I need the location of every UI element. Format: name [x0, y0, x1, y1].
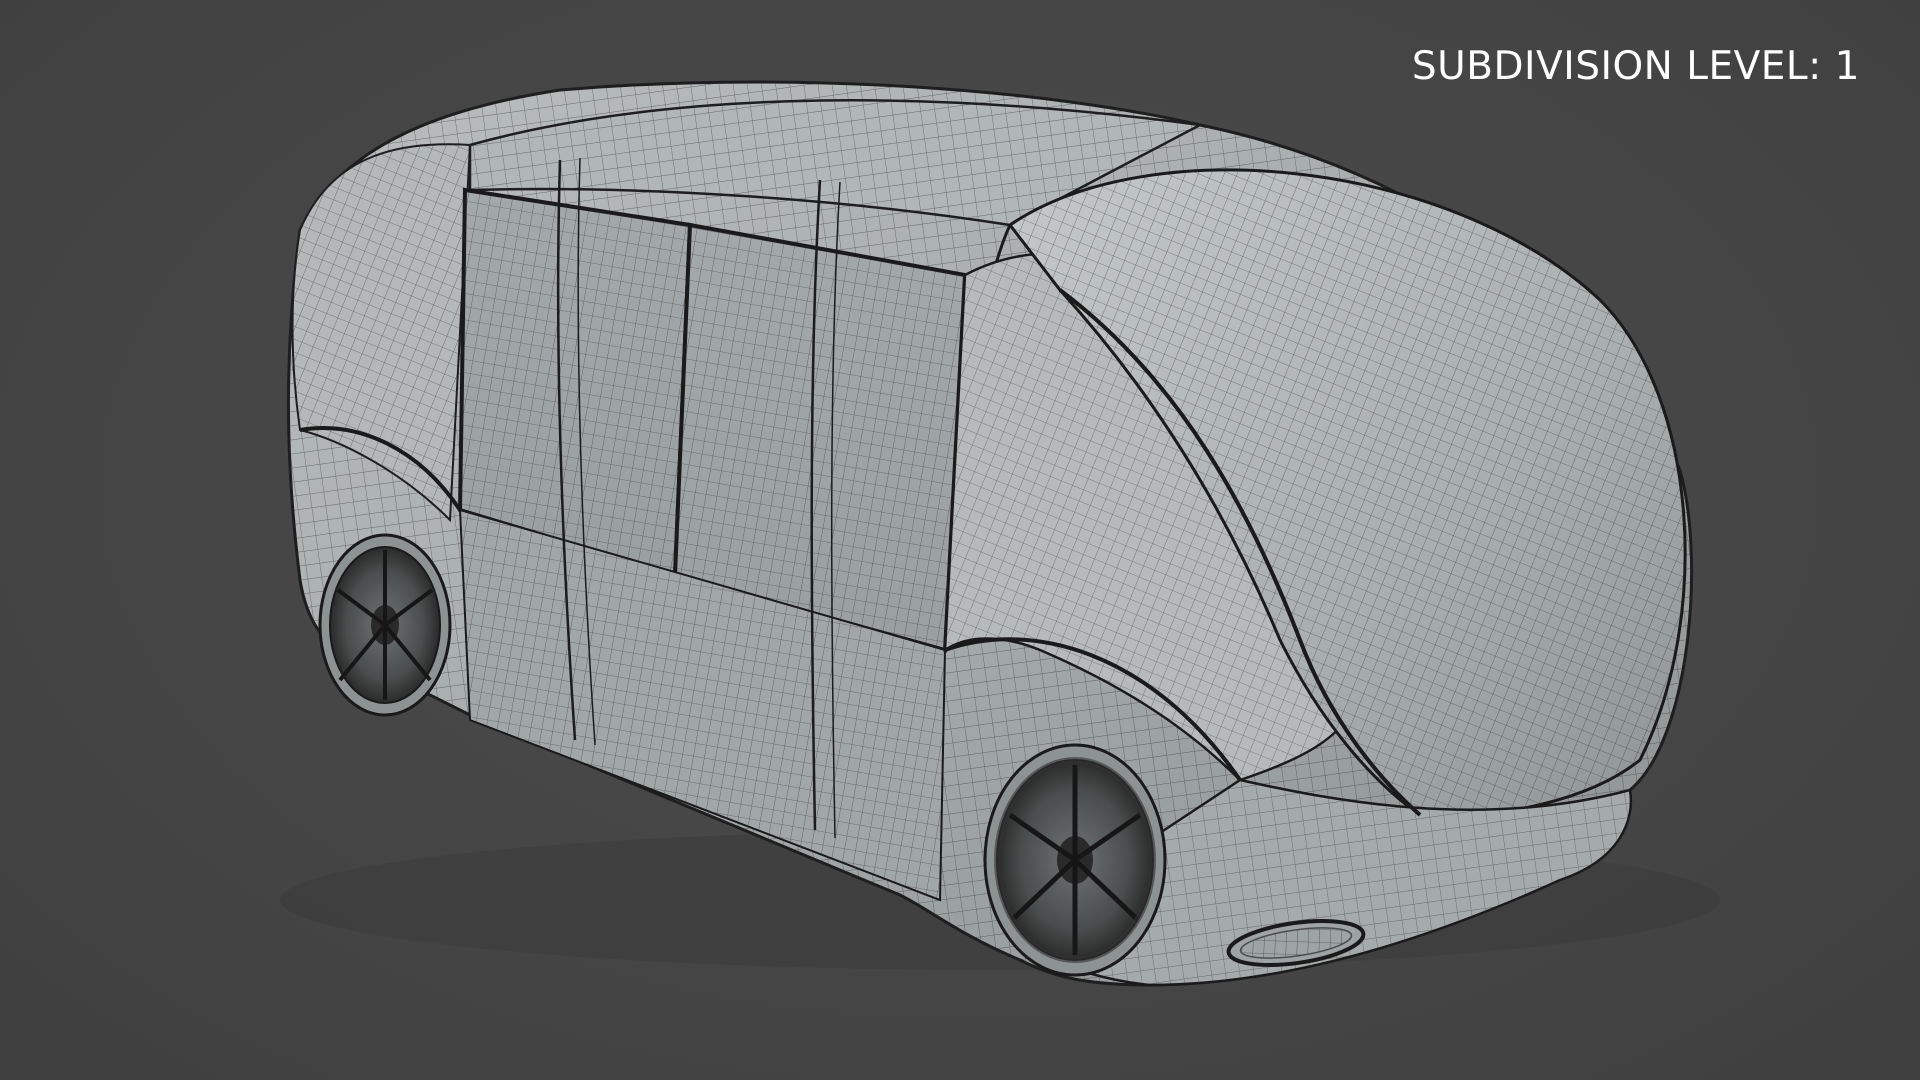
3d-viewport[interactable]: SUBDIVISION LEVEL: 1 [0, 0, 1920, 1080]
rear-wheel [318, 533, 452, 717]
subdivision-level-label: SUBDIVISION LEVEL: 1 [1411, 44, 1860, 89]
wireframe-render [280, 80, 1720, 987]
front-wheel [983, 743, 1167, 977]
side-window-rear [457, 187, 693, 578]
